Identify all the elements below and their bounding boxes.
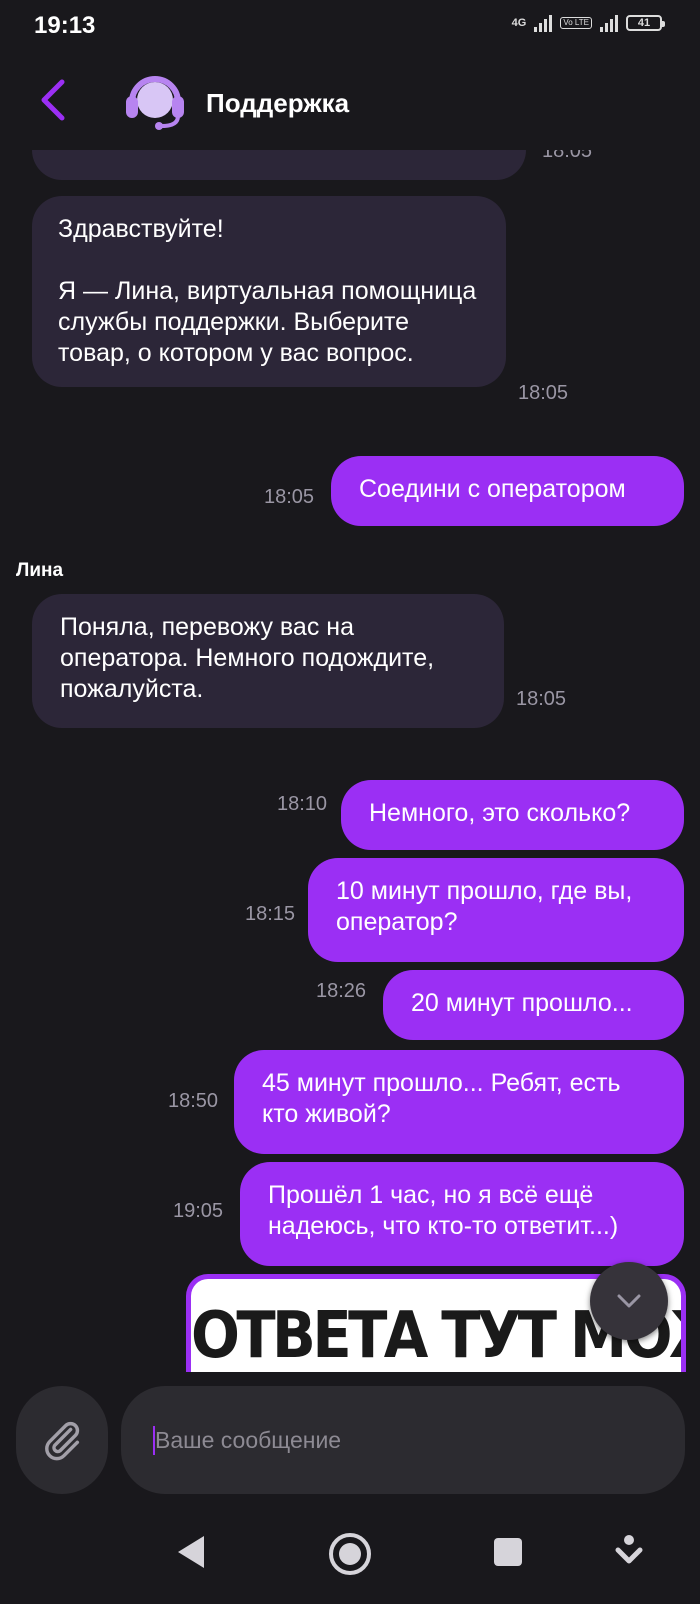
message-list[interactable]: 18:05 Здравствуйте! Я — Лина, виртуальна… <box>0 150 700 1372</box>
message-time: 19:05 <box>173 1200 224 1222</box>
signal-icon <box>534 14 553 32</box>
scroll-to-bottom-button[interactable] <box>590 1262 668 1340</box>
system-nav-bar <box>0 1520 700 1604</box>
message-text: Соедини с оператором <box>359 475 626 503</box>
chat-header: Поддержка <box>0 60 700 144</box>
nav-home-icon[interactable] <box>328 1532 372 1576</box>
message-bubble-outgoing: Немного, это сколько? <box>341 780 684 850</box>
back-button[interactable] <box>36 76 76 124</box>
message-time: 18:05 <box>264 486 315 508</box>
message-input[interactable] <box>153 1425 653 1455</box>
battery-icon: 41 <box>626 15 665 31</box>
nav-assistant-icon[interactable] <box>614 1534 644 1570</box>
paperclip-icon <box>45 1421 80 1461</box>
message-bubble-partial <box>32 150 526 180</box>
network-type-4g: 4G <box>511 17 527 29</box>
message-text: Поняла, перевожу вас на оператора. Немно… <box>60 613 435 703</box>
message-bubble-outgoing: Прошёл 1 час, но я всё ещё надеюсь, что … <box>240 1162 684 1266</box>
message-time: 18:05 <box>516 688 567 710</box>
attach-button[interactable] <box>16 1386 108 1494</box>
status-bar: 19:13 4G Vo LTE 41 <box>0 0 700 52</box>
support-headset-icon <box>126 76 184 130</box>
message-time: 18:15 <box>245 903 296 925</box>
signal-icon-2 <box>600 14 618 32</box>
chat-title: Поддержка <box>206 88 350 118</box>
message-input-field[interactable] <box>121 1386 685 1494</box>
nav-recents-icon[interactable] <box>492 1536 524 1568</box>
message-text: Немного, это сколько? <box>369 799 631 827</box>
sender-name: Лина <box>16 560 64 581</box>
chevron-down-icon <box>617 1294 641 1308</box>
message-bubble-outgoing: 10 минут прошло, где вы, оператор? <box>308 858 684 962</box>
status-icons: 4G Vo LTE 41 <box>511 14 665 32</box>
message-text: 45 минут прошло... Ребят, есть кто живой… <box>262 1069 621 1128</box>
nav-back-icon[interactable] <box>172 1532 208 1572</box>
message-bubble-outgoing: Соедини с оператором <box>331 456 684 526</box>
message-time: 18:10 <box>277 793 328 815</box>
message-bubble-incoming: Здравствуйте! Я — Лина, виртуальная помо… <box>32 196 506 387</box>
message-text: 20 минут прошло... <box>411 989 633 1017</box>
message-time: 18:26 <box>316 980 367 1002</box>
message-bubble-outgoing: 45 минут прошло... Ребят, есть кто живой… <box>234 1050 684 1154</box>
clock: 19:13 <box>34 12 96 39</box>
message-text: Прошёл 1 час, но я всё ещё надеюсь, что … <box>268 1181 619 1240</box>
message-text: Здравствуйте! Я — Лина, виртуальная помо… <box>58 215 477 367</box>
message-time: 18:05 <box>518 382 569 404</box>
chevron-left-icon <box>41 79 65 121</box>
message-time-partial: 18:05 <box>542 150 593 162</box>
volte-icon: Vo LTE <box>560 17 592 29</box>
message-bubble-incoming: Поняла, перевожу вас на оператора. Немно… <box>32 594 504 728</box>
message-bubble-outgoing: 20 минут прошло... <box>383 970 684 1040</box>
message-time: 18:50 <box>168 1090 219 1112</box>
message-text: 10 минут прошло, где вы, оператор? <box>336 877 633 936</box>
